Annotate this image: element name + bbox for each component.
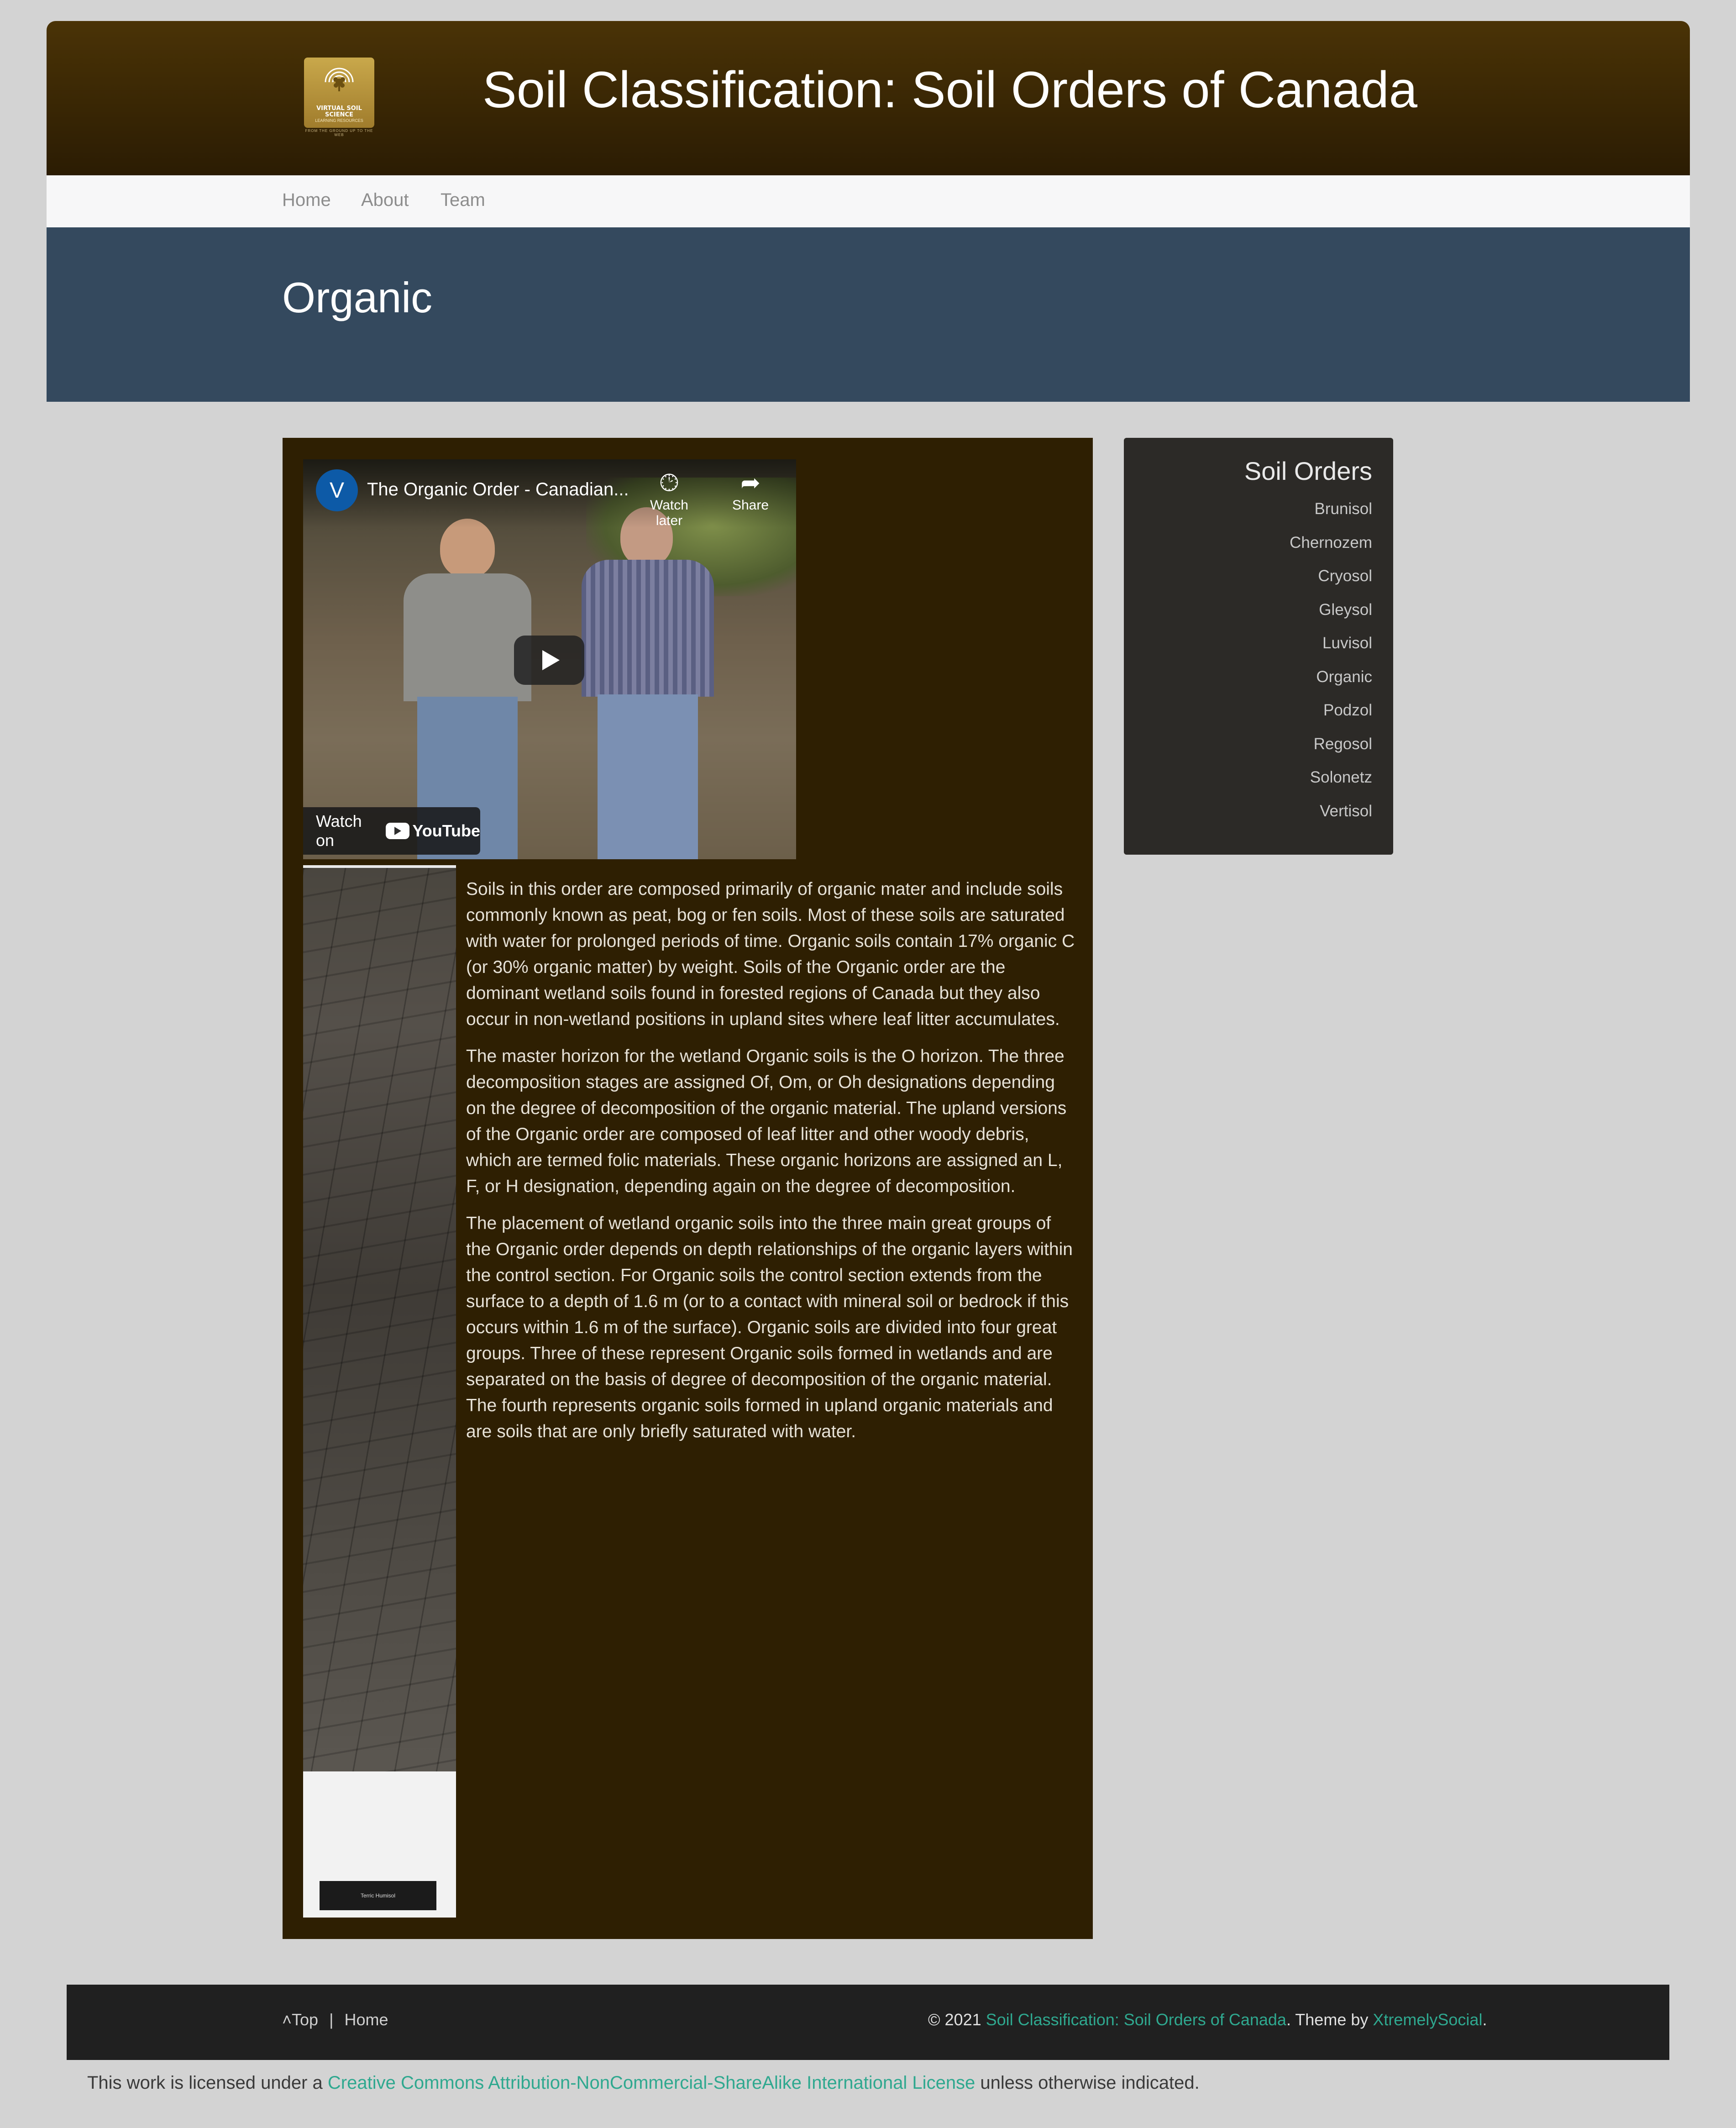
- site-footer: ˄Top | Home © 2021 Soil Classification: …: [67, 1985, 1669, 2060]
- license-notice: This work is licensed under a Creative C…: [87, 2073, 1200, 2093]
- person-right-jeans: [598, 694, 698, 859]
- license-link[interactable]: Creative Commons Attribution-NonCommerci…: [328, 2073, 975, 2093]
- nav-about[interactable]: About: [361, 190, 409, 210]
- sidebar-item-gleysol[interactable]: Gleysol: [1124, 593, 1372, 627]
- youtube-play-icon: [386, 823, 410, 839]
- logo-line-2: LEARNING RESOURCES: [315, 118, 363, 123]
- channel-avatar[interactable]: V: [316, 469, 358, 511]
- sidebar-item-solonetz[interactable]: Solonetz: [1124, 761, 1372, 794]
- page-title: Organic: [282, 273, 433, 321]
- theme-author-link[interactable]: XtremelySocial: [1373, 2010, 1482, 2029]
- person-left-shirt: [404, 573, 531, 701]
- footer-copyright: © 2021 Soil Classification: Soil Orders …: [928, 2010, 1487, 2029]
- share-label: Share: [732, 498, 769, 513]
- clock-icon: 🕑︎: [660, 470, 679, 496]
- logo-tagline: FROM THE GROUND UP TO THE WEB: [305, 129, 373, 137]
- license-suffix: unless otherwise indicated.: [975, 2073, 1200, 2093]
- article-body: Soils in this order are composed primari…: [466, 876, 1078, 1455]
- play-button[interactable]: [514, 636, 584, 685]
- site-header: VIRTUAL SOIL SCIENCE LEARNING RESOURCES …: [47, 21, 1690, 175]
- soil-profile-label: Terric Humisol: [320, 1881, 436, 1910]
- footer-period: .: [1482, 2010, 1487, 2029]
- top-label: Top: [292, 2010, 319, 2029]
- back-to-top-link[interactable]: ˄Top: [282, 2010, 323, 2029]
- youtube-logo: YouTube: [386, 821, 480, 841]
- soil-profile-card: Terric Humisol: [303, 1771, 456, 1918]
- license-prefix: This work is licensed under a: [87, 2073, 328, 2093]
- nav-team[interactable]: Team: [441, 190, 485, 210]
- sidebar-item-organic[interactable]: Organic: [1124, 660, 1372, 694]
- site-logo[interactable]: VIRTUAL SOIL SCIENCE LEARNING RESOURCES: [304, 58, 374, 128]
- share-arrow-icon: ➦: [740, 470, 760, 496]
- footer-links: ˄Top | Home: [282, 2010, 388, 2029]
- main-content: V The Organic Order - Canadian... 🕑︎ Wat…: [283, 438, 1093, 1939]
- paragraph-1: Soils in this order are composed primari…: [466, 879, 1075, 1029]
- sidebar-item-vertisol[interactable]: Vertisol: [1124, 794, 1372, 828]
- site-title[interactable]: Soil Classification: Soil Orders of Cana…: [483, 60, 1417, 119]
- paragraph-2: The master horizon for the wetland Organ…: [466, 1046, 1067, 1196]
- youtube-wordmark: YouTube: [412, 821, 480, 840]
- copyright-text: © 2021: [928, 2010, 986, 2029]
- footer-site-link[interactable]: Soil Classification: Soil Orders of Cana…: [986, 2010, 1286, 2029]
- sidebar-title: Soil Orders: [1244, 457, 1372, 485]
- video-title[interactable]: The Organic Order - Canadian...: [367, 479, 629, 500]
- sidebar-item-brunisol[interactable]: Brunisol: [1124, 492, 1372, 526]
- youtube-video-embed[interactable]: V The Organic Order - Canadian... 🕑︎ Wat…: [303, 459, 796, 859]
- soil-profile-image: Terric Humisol: [303, 865, 456, 1918]
- soil-orders-sidebar: Soil Orders Brunisol Chernozem Cryosol G…: [1124, 438, 1393, 855]
- sidebar-item-chernozem[interactable]: Chernozem: [1124, 526, 1372, 560]
- play-icon: [542, 650, 560, 670]
- logo-line-1: VIRTUAL SOIL SCIENCE: [316, 105, 362, 118]
- watch-later-button[interactable]: 🕑︎ Watch later: [642, 468, 697, 529]
- main-nav: Home About Team: [47, 175, 1690, 227]
- page-title-band: Organic: [47, 227, 1690, 402]
- logo-emblem-icon: [325, 68, 354, 91]
- sidebar-item-regosol[interactable]: Regosol: [1124, 727, 1372, 761]
- paragraph-3: The placement of wetland organic soils i…: [466, 1214, 1073, 1441]
- sidebar-item-luvisol[interactable]: Luvisol: [1124, 626, 1372, 660]
- nav-home[interactable]: Home: [282, 190, 331, 210]
- theme-by-text: . Theme by: [1286, 2010, 1373, 2029]
- sidebar-item-podzol[interactable]: Podzol: [1124, 694, 1372, 727]
- sidebar-item-cryosol[interactable]: Cryosol: [1124, 559, 1372, 593]
- footer-separator: |: [329, 2010, 334, 2029]
- person-right-shirt: [582, 560, 714, 697]
- watch-later-label: Watch later: [650, 498, 688, 528]
- footer-home-link[interactable]: Home: [344, 2010, 388, 2029]
- watch-on-youtube-button[interactable]: Watch on YouTube: [303, 807, 480, 855]
- share-button[interactable]: ➦ Share: [723, 468, 778, 513]
- watch-on-label: Watch on: [316, 812, 362, 850]
- chevron-up-icon: ˄: [282, 2010, 292, 2029]
